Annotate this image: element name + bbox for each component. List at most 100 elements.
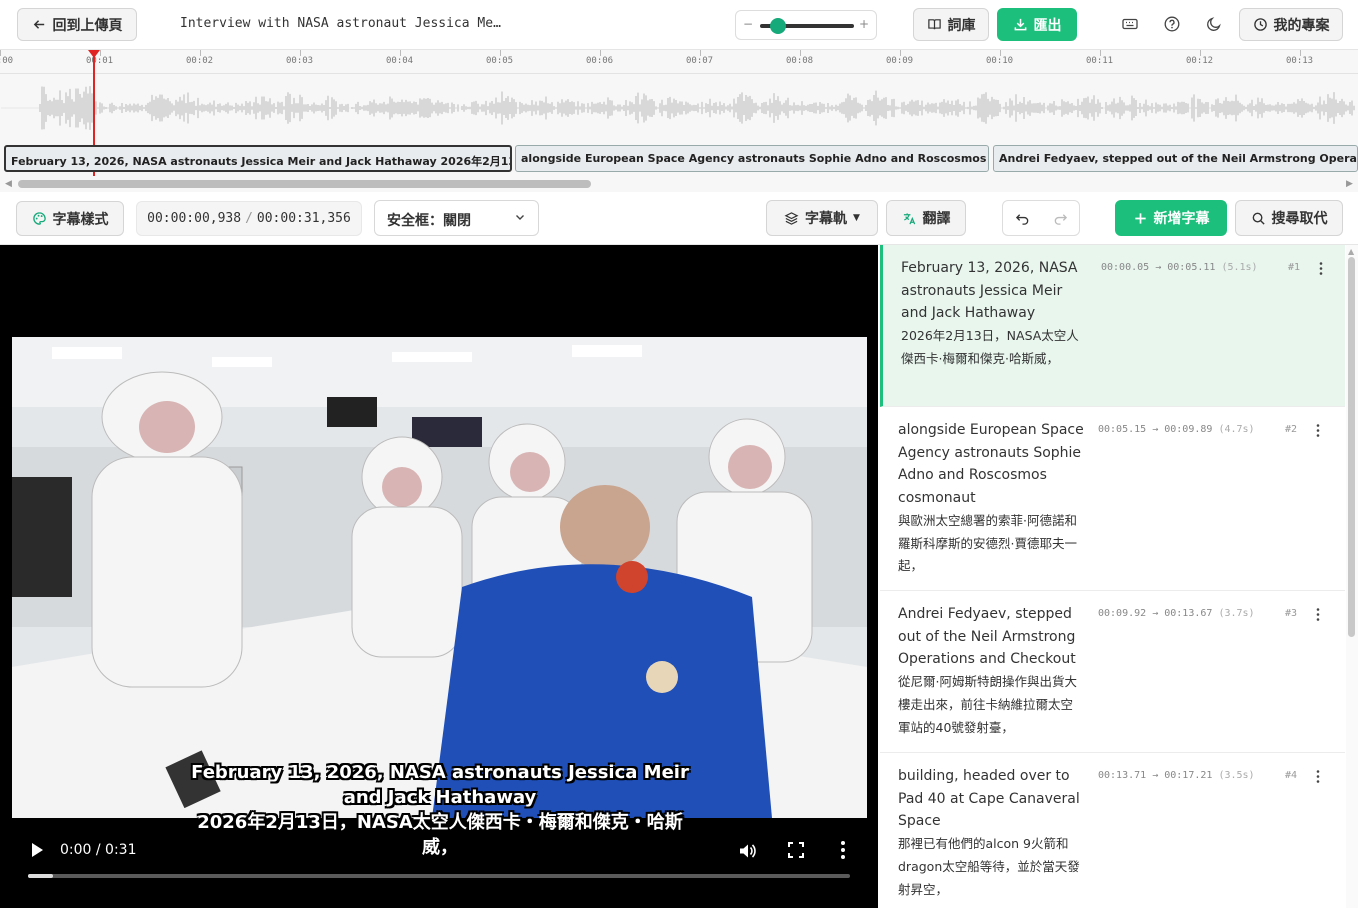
subtitle-item-4[interactable]: building, headed over to Pad 40 at Cape … xyxy=(880,753,1345,908)
ruler-tick-label: 00:02 xyxy=(186,56,214,66)
subtitle-en: building, headed over to Pad 40 at Cape … xyxy=(898,768,1080,830)
redo-icon[interactable] xyxy=(1053,211,1068,226)
dictionary-label: 詞庫 xyxy=(947,17,976,34)
timeline-scrollbar[interactable]: ◀ ▶ xyxy=(0,177,1358,191)
download-icon xyxy=(1014,18,1026,31)
back-to-upload-button[interactable]: 回到上傳頁 xyxy=(17,8,137,41)
playhead-handle[interactable] xyxy=(88,50,100,58)
ruler-tick-label: 00:03 xyxy=(286,56,314,66)
subtitle-track-button[interactable]: 字幕軌 ▼ xyxy=(766,200,878,236)
start-time: 00:09.92 xyxy=(1098,608,1147,619)
fullscreen-icon[interactable] xyxy=(787,841,805,859)
zoom-knob[interactable] xyxy=(770,18,786,34)
scroll-up-icon[interactable]: ▲ xyxy=(1348,247,1354,256)
current-time: 00:00:00,938 xyxy=(147,211,242,226)
subtitle-track-label: 字幕軌 xyxy=(805,211,848,227)
subtitle-zh: 與歐洲太空總署的索菲·阿德諾和羅斯科摩斯的安德烈·賈德耶夫一起， xyxy=(898,512,1077,574)
zoom-out-icon[interactable]: − xyxy=(743,17,753,31)
play-icon[interactable] xyxy=(30,842,44,858)
kebab-menu-icon[interactable] xyxy=(1319,262,1323,275)
kebab-menu-icon[interactable] xyxy=(1316,608,1320,621)
layers-icon xyxy=(784,211,799,225)
subtitle-en: Andrei Fedyaev, stepped out of the Neil … xyxy=(898,606,1076,668)
subtitle-text[interactable]: Andrei Fedyaev, stepped out of the Neil … xyxy=(898,603,1084,739)
start-time: 00:13.71 xyxy=(1098,770,1147,781)
subtitle-zh: 從尼爾·阿姆斯特朗操作與出貨大樓走出來，前往卡納維拉爾太空軍站的40號發射臺， xyxy=(898,674,1077,735)
total-time: 00:00:31,356 xyxy=(256,211,351,226)
subtitle-number: #2 xyxy=(1285,424,1298,435)
subtitle-text[interactable]: alongside European Space Agency astronau… xyxy=(898,419,1084,578)
moon-icon[interactable] xyxy=(1205,15,1223,33)
add-subtitle-button[interactable]: 新增字幕 xyxy=(1115,200,1227,236)
search-replace-button[interactable]: 搜尋取代 xyxy=(1235,200,1343,236)
timeline-segment-3[interactable]: Andrei Fedyaev, stepped out of the Neil … xyxy=(993,145,1358,172)
subtitle-text[interactable]: February 13, 2026, NASA astronauts Jessi… xyxy=(901,257,1087,371)
video-controls: 0:00 / 0:31 xyxy=(0,830,878,908)
video-frame[interactable] xyxy=(12,337,867,818)
dictionary-button[interactable]: 詞庫 xyxy=(913,8,989,41)
subtitle-list: February 13, 2026, NASA astronauts Jessi… xyxy=(880,245,1358,908)
subtitle-text[interactable]: building, headed over to Pad 40 at Cape … xyxy=(898,765,1084,901)
search-replace-label: 搜尋取代 xyxy=(1271,211,1328,227)
end-time: 00:13.67 xyxy=(1164,608,1213,619)
scroll-left-icon[interactable]: ◀ xyxy=(5,179,12,189)
zoom-in-icon[interactable]: + xyxy=(859,17,869,31)
subtitle-number: #4 xyxy=(1285,770,1298,781)
subtitle-style-button[interactable]: 字幕樣式 xyxy=(16,201,124,236)
kebab-menu-icon[interactable] xyxy=(1316,424,1320,437)
safe-area-value: 安全框：關閉 xyxy=(387,213,471,229)
ruler-tick-label: 00:09 xyxy=(886,56,914,66)
export-button[interactable]: 匯出 xyxy=(997,8,1077,41)
subtitle-timing: 00:05.15 → 00:09.89 (4.7s) xyxy=(1098,424,1255,435)
keyboard-icon[interactable] xyxy=(1121,15,1139,33)
subtitle-list-scrollbar[interactable]: ▲ xyxy=(1346,245,1358,908)
waveform-path xyxy=(1,86,1355,130)
undo-redo-group xyxy=(1002,200,1080,236)
translate-label: 翻譯 xyxy=(922,211,951,227)
subtitle-timing: 00:00.05 → 00:05.11 (5.1s) xyxy=(1101,262,1258,273)
timeline-scroll-thumb[interactable] xyxy=(18,180,591,188)
timeline-segment-1[interactable]: February 13, 2026, NASA astronauts Jessi… xyxy=(4,145,512,172)
ruler-tick-label: 00:11 xyxy=(1086,56,1114,66)
subtitle-number: #1 xyxy=(1288,262,1301,273)
duration: (3.5s) xyxy=(1218,770,1255,781)
ruler-tick-label: 00:08 xyxy=(786,56,814,66)
project-title: Interview with NASA astronaut Jessica Me… xyxy=(180,16,501,31)
volume-icon[interactable] xyxy=(737,841,757,861)
video-player[interactable]: February 13, 2026, NASA astronauts Jessi… xyxy=(0,245,878,908)
zoom-slider[interactable]: − + xyxy=(735,10,877,40)
kebab-menu-icon[interactable] xyxy=(1316,770,1320,783)
audio-waveform[interactable] xyxy=(0,76,1358,140)
subtitle-timing: 00:13.71 → 00:17.21 (3.5s) xyxy=(1098,770,1255,781)
book-icon xyxy=(927,19,941,30)
export-label: 匯出 xyxy=(1033,17,1062,34)
time-ruler[interactable]: 00:0000:0100:0200:0300:0400:0500:0600:07… xyxy=(0,50,1358,74)
subtitle-list-scroll-thumb[interactable] xyxy=(1348,257,1355,637)
duration: (3.7s) xyxy=(1218,608,1255,619)
ruler-tick-label: 00:07 xyxy=(686,56,714,66)
ruler-tick-label: 00:12 xyxy=(1186,56,1214,66)
scroll-right-icon[interactable]: ▶ xyxy=(1346,179,1353,189)
help-icon[interactable] xyxy=(1163,15,1181,33)
caret-down-icon: ▼ xyxy=(853,213,860,223)
video-subtitle-en: February 13, 2026, NASA astronauts Jessi… xyxy=(191,762,689,808)
safe-area-select[interactable]: 安全框：關閉 xyxy=(374,200,539,236)
ruler-tick-label: 00:00 xyxy=(0,56,14,66)
more-options-icon[interactable] xyxy=(840,840,846,860)
end-time: 00:05.11 xyxy=(1167,262,1216,273)
undo-icon[interactable] xyxy=(1015,211,1030,226)
search-icon xyxy=(1252,212,1265,225)
palette-icon xyxy=(32,212,46,225)
subtitle-item-1[interactable]: February 13, 2026, NASA astronauts Jessi… xyxy=(880,245,1345,407)
time-separator: / xyxy=(245,211,253,226)
subtitle-item-2[interactable]: alongside European Space Agency astronau… xyxy=(880,407,1345,591)
translate-button[interactable]: 翻譯 xyxy=(886,200,966,236)
plus-icon xyxy=(1134,212,1146,224)
timeline[interactable]: 00:0000:0100:0200:0300:0400:0500:0600:07… xyxy=(0,50,1358,192)
timeline-segment-2[interactable]: alongside European Space Agency astronau… xyxy=(515,145,989,172)
my-projects-button[interactable]: 我的專案 xyxy=(1239,8,1343,41)
subtitle-item-3[interactable]: Andrei Fedyaev, stepped out of the Neil … xyxy=(880,591,1345,753)
video-progress-bar[interactable] xyxy=(28,874,850,878)
subtitle-zh: 那裡已有他們的alcon 9火箭和dragon太空船等待，並於當天發射昇空， xyxy=(898,836,1080,897)
time-display: 00:00:00,938 / 00:00:31,356 xyxy=(136,201,362,236)
